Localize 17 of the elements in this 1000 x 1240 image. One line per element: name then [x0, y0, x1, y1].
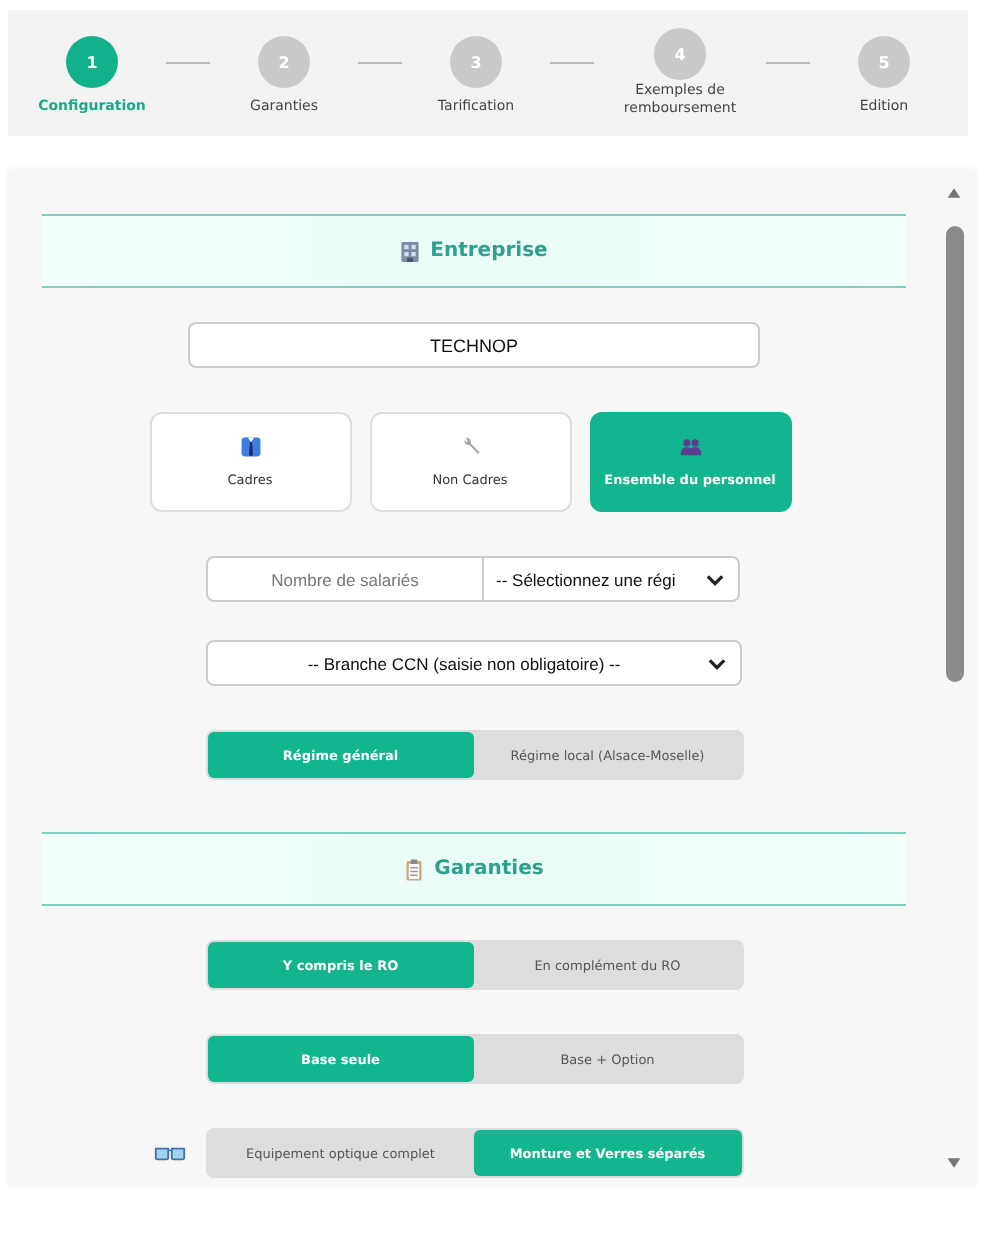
people-icon: [679, 436, 701, 458]
scroll-up-icon[interactable]: [946, 186, 962, 200]
chevron-icon: [708, 657, 726, 669]
employees-field[interactable]: Nombre de salariés: [206, 556, 484, 602]
suit-icon: [239, 436, 261, 458]
scroll-down-icon[interactable]: [946, 1156, 962, 1170]
building-icon: [400, 239, 421, 263]
company-name-field[interactable]: TECHNOP: [188, 322, 760, 368]
chevron-icon: [706, 573, 724, 585]
section-title: Entreprise: [430, 240, 548, 262]
scroll-thumb[interactable]: [945, 226, 963, 682]
section-title: Garanties: [434, 858, 544, 880]
clipboard-icon: [404, 857, 425, 881]
glasses-icon: [154, 1145, 186, 1161]
region-select[interactable]: -- Sélectionnez une régi: [482, 556, 740, 602]
branch-select[interactable]: -- Branche CCN (saisie non obligatoire) --: [206, 640, 742, 686]
wrench-icon: [459, 436, 481, 458]
